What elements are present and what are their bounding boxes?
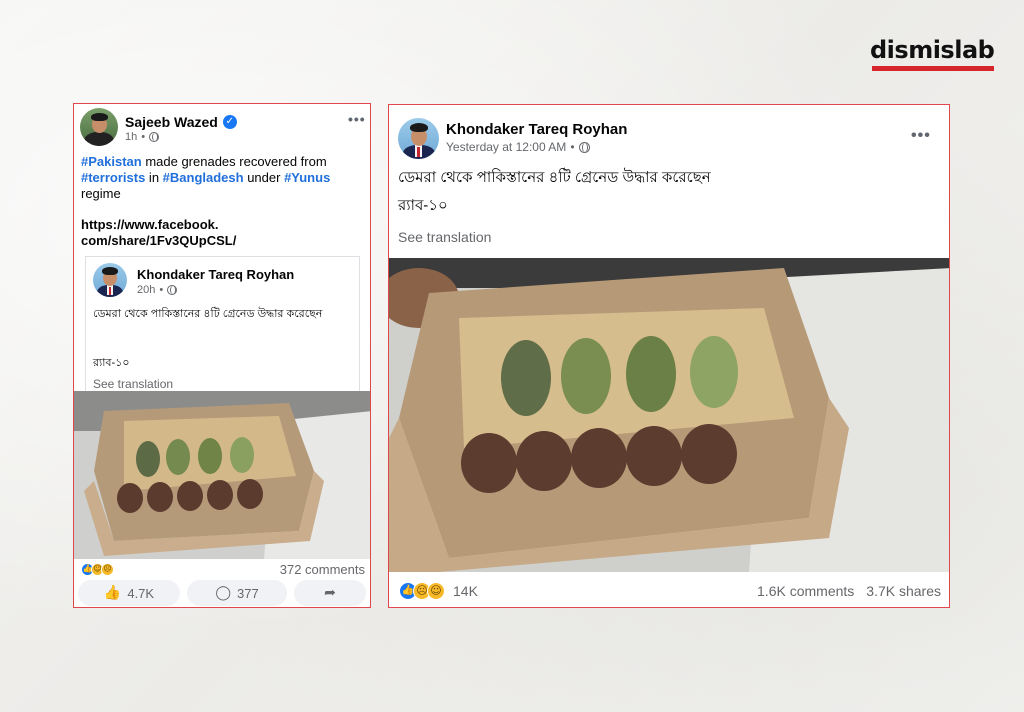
see-translation-link[interactable]: See translation bbox=[398, 229, 491, 245]
author-name[interactable]: Khondaker Tareq Royhan bbox=[446, 121, 627, 138]
shared-link[interactable]: https://www.facebook. com/share/1Fv3QUpC… bbox=[81, 217, 236, 249]
text-segment: in bbox=[145, 170, 163, 185]
author-avatar[interactable] bbox=[80, 108, 118, 146]
author-name[interactable]: Sajeeb Wazed ✓ bbox=[125, 114, 237, 130]
left-post-card: Sajeeb Wazed ✓ 1h • ••• #Pakistan made g… bbox=[73, 103, 371, 608]
text-segment: made grenades recovered from bbox=[141, 154, 327, 169]
post-meta: 1h • bbox=[125, 131, 160, 143]
shared-post[interactable]: Khondaker Tareq Royhan 20h • ডেমরা থেকে … bbox=[85, 256, 360, 406]
like-count: 4.7K bbox=[127, 585, 155, 601]
like-button[interactable]: 👍 4.7K bbox=[78, 580, 180, 606]
right-post-card: Khondaker Tareq Royhan Yesterday at 12:0… bbox=[388, 104, 950, 608]
haha-icon[interactable]: ☺ bbox=[427, 582, 445, 600]
more-options-icon[interactable]: ••• bbox=[911, 127, 931, 145]
shared-author-avatar[interactable] bbox=[93, 263, 127, 297]
shared-meta: 20h • bbox=[137, 284, 178, 296]
link-line-1[interactable]: https://www.facebook. bbox=[81, 217, 236, 233]
shared-text-line2: র‍্যাব-১০ bbox=[93, 357, 130, 369]
more-options-icon[interactable]: ••• bbox=[348, 111, 366, 127]
comment-button[interactable]: ◯ 377 bbox=[187, 580, 287, 606]
reactions-row: 👍 ☺ ☹ 372 comments bbox=[81, 562, 365, 577]
reaction-count[interactable]: 14K bbox=[453, 583, 478, 599]
thumbs-up-icon: 👍 bbox=[103, 585, 122, 601]
author-avatar[interactable] bbox=[398, 118, 439, 159]
post-text-line1: ডেমরা থেকে পাকিস্তানের ৪টি গ্রেনেড উদ্ধা… bbox=[398, 169, 711, 186]
hashtag-terrorists[interactable]: #terrorists bbox=[81, 170, 145, 185]
post-text-line2: র‍্যাব-১০ bbox=[398, 197, 448, 214]
post-time[interactable]: Yesterday at 12:00 AM bbox=[446, 140, 566, 154]
shares-count[interactable]: 3.7K shares bbox=[866, 583, 941, 599]
grenade-box-photo[interactable] bbox=[389, 258, 949, 572]
grenade-box-photo[interactable] bbox=[74, 391, 370, 559]
comment-bubble-icon: ◯ bbox=[215, 585, 231, 601]
sad-icon[interactable]: ☹ bbox=[101, 563, 114, 576]
hashtag-bangladesh[interactable]: #Bangladesh bbox=[163, 170, 244, 185]
comments-count[interactable]: 1.6K comments bbox=[757, 583, 854, 599]
reactions-row: 👍 ☹ ☺ 14K 1.6K comments 3.7K shares bbox=[399, 582, 941, 600]
logo-underline bbox=[872, 66, 994, 71]
author-name-text[interactable]: Sajeeb Wazed bbox=[125, 114, 218, 130]
globe-icon bbox=[167, 285, 178, 295]
dismislab-logo: dismislab bbox=[870, 36, 995, 64]
hashtag-pakistan[interactable]: #Pakistan bbox=[81, 154, 142, 169]
comments-count[interactable]: 372 comments bbox=[280, 562, 365, 577]
post-meta: Yesterday at 12:00 AM • bbox=[446, 140, 590, 154]
comment-count: 377 bbox=[236, 585, 259, 601]
link-line-2[interactable]: com/share/1Fv3QUpCSL/ bbox=[81, 233, 236, 249]
verified-badge-icon: ✓ bbox=[222, 115, 237, 129]
shared-author-name[interactable]: Khondaker Tareq Royhan bbox=[137, 267, 294, 282]
see-translation-link[interactable]: See translation bbox=[93, 377, 173, 391]
post-text: #Pakistan made grenades recovered from #… bbox=[81, 154, 366, 202]
hashtag-yunus[interactable]: #Yunus bbox=[284, 170, 330, 185]
globe-icon bbox=[578, 141, 590, 153]
globe-icon bbox=[149, 132, 160, 142]
share-icon: ➦ bbox=[324, 585, 336, 601]
shared-time[interactable]: 20h bbox=[137, 284, 155, 296]
shared-text-line1: ডেমরা থেকে পাকিস্তানের ৪টি গ্রেনেড উদ্ধা… bbox=[93, 308, 323, 320]
post-time[interactable]: 1h bbox=[125, 131, 137, 143]
text-segment: regime bbox=[81, 186, 121, 201]
text-segment: under bbox=[243, 170, 285, 185]
share-button[interactable]: ➦ bbox=[294, 580, 366, 606]
